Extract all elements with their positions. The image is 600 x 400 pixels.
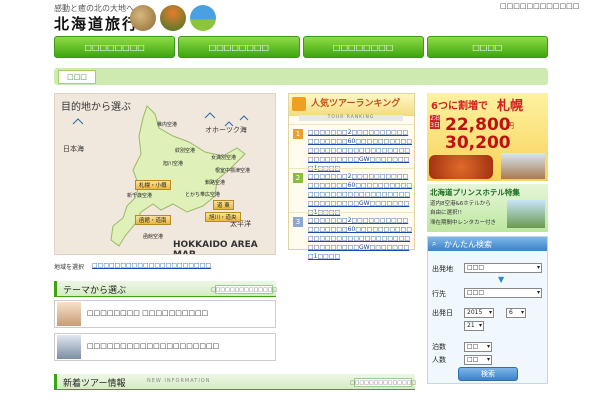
banner2-title: 北海道プリンスホテル特集 [430,188,520,197]
date-label: 出発日 [432,309,453,317]
site-title[interactable]: 北海道旅行 [54,13,139,34]
ranking-item-link[interactable]: □□□□□□□2□□□□□□□□□□□□□□□□□60□□□□□□□□□□□□□… [308,216,412,261]
banner2-sub3: 滞在期間中レンタカー付き [430,220,497,226]
breadcrumb-home[interactable]: □□□ [58,70,96,84]
people-select[interactable]: □□ [464,355,492,365]
banner-city: 札幌 [497,99,524,114]
sapporo-tour-banner[interactable]: 6つに割増で 札幌 2泊3日 22,800 30,200 円 [427,93,548,181]
tour-ranking-box: 人気ツアーランキング TOUR RANKING 1 □□□□□□□2□□□□□□… [288,93,415,260]
header-link[interactable]: □□□□□□□□□□□□ [500,2,579,10]
woman-photo-thumbnail [57,302,81,326]
global-nav: □□□□□□□□ □□□□□□□□ □□□□□□□□ □□□□ [54,36,548,58]
nights-select[interactable]: □□ [464,342,492,352]
quick-search-panel: ⌕ かんたん検索 出発地 □□□ ▼ 行先 □□□ 出発日 2015 6 21 … [427,236,548,384]
crown-icon [292,97,306,111]
hokkaido-map-shape [72,105,249,247]
clock-tower-photo [501,153,545,179]
airport-new-chitose[interactable]: 新千歳空港 [127,192,152,199]
ranking-item-link[interactable]: □□□□□□□2□□□□□□□□□□□□□□□□□60□□□□□□□□□□□□□… [308,172,412,217]
departure-label: 出発地 [432,265,453,273]
banner-nights-badge: 2泊3日 [430,115,440,129]
theme-item[interactable]: □□□□□□□□ □□□□□□□□□□ [54,300,276,328]
news-section-title: 新着ツアー情報 [63,379,126,389]
month-select[interactable]: 6 [506,308,526,318]
rank-badge: 1 [293,129,303,139]
theme-item[interactable]: □□□□□□□□□□□□□□□□□□□□ [54,333,276,361]
hotel-photo [507,200,545,228]
region-sapporo-otaru[interactable]: 札幌・小樽 [135,180,171,190]
region-links[interactable]: □□□□□□□□□□□□□□□□□□□□□ [92,262,211,269]
global-nav-item-3[interactable]: □□□□□□□□ [302,36,424,58]
ranking-item[interactable]: 1 □□□□□□□2□□□□□□□□□□□□□□□□□60□□□□□□□□□□□… [289,124,414,172]
ranking-item[interactable]: 2 □□□□□□□2□□□□□□□□□□□□□□□□□60□□□□□□□□□□□… [289,168,414,216]
nights-label: 泊数 [432,343,446,351]
theme-item-label[interactable]: □□□□□□□□ □□□□□□□□□□ [87,309,208,317]
airport-kushiro[interactable]: 釧路空港 [205,179,225,186]
search-title: かんたん検索 [444,240,492,249]
banner2-sub2: 自由に選択!! [430,210,462,216]
news-section-header: 新着ツアー情報 NEW INFORMATION □□□□□□□□□□□□□□ [54,374,416,390]
map-title: HOKKAIDO AREA MAP [173,240,258,255]
destination-select[interactable]: □□□ [464,288,542,298]
ranking-item[interactable]: 3 □□□□□□□2□□□□□□□□□□□□□□□□□60□□□□□□□□□□□… [289,212,414,260]
region-doto[interactable]: 道 東 [213,200,234,210]
arrow-down-icon: ▼ [498,275,505,284]
theme-section-title: テーマから選ぶ [63,286,127,296]
airport-monbetsu[interactable]: 紋別空港 [175,147,195,154]
global-nav-item-4[interactable]: □□□□ [426,36,548,58]
theme-section-header: テーマから選ぶ □□□□□□□□□□□□□□ [54,281,277,297]
search-header: ⌕ かんたん検索 [428,237,547,251]
deer-photo-circle [130,5,156,31]
people-label: 人数 [432,356,446,364]
search-button[interactable]: 検索 [458,367,518,381]
sea-label-okhotsk: オホーツク海 [205,126,247,134]
breadcrumb-bar: □□□ [54,68,548,85]
rank-badge: 2 [293,173,303,183]
ranking-subtitle: TOUR RANKING [299,115,403,121]
year-select[interactable]: 2015 [464,308,494,318]
airport-wakkanai[interactable]: 稚内空港 [157,121,177,128]
airport-obihiro[interactable]: とかち帯広空港 [185,191,220,198]
news-section-subtitle: NEW INFORMATION [147,378,211,384]
site-header: 感動と癒の北の大地へ 北海道旅行 □□□□□□□□□□□□ [0,0,600,36]
sea-label-japan: 日本海 [63,145,84,153]
scenery-photo-thumbnail [57,335,81,359]
destination-label: 行先 [432,290,446,298]
departure-select[interactable]: □□□ [464,263,542,273]
banner-price-unit: 円 [507,122,514,130]
news-more-button[interactable]: □□□□□□□□□□□□□□ [350,378,416,387]
airport-hakodate[interactable]: 函館空港 [143,233,163,240]
ranking-title: 人気ツアーランキング [311,99,401,109]
region-select-label: 地域を選択 [54,264,85,271]
rank-badge: 3 [293,217,303,227]
airport-memanbetsu[interactable]: 女満別空港 [211,154,236,161]
crab-photo [429,155,493,179]
banner-headline: 6つに割増で [431,101,488,112]
day-select[interactable]: 21 [464,321,484,331]
theme-item-label[interactable]: □□□□□□□□□□□□□□□□□□□□ [87,342,219,350]
region-hakodate-donan[interactable]: 函館・道南 [135,215,171,225]
ranking-header: 人気ツアーランキング [289,94,414,116]
banner2-sub1: 道内8空港&6ホテルから [430,201,491,207]
region-asahikawa-doo[interactable]: 旭川・道央 [205,212,241,222]
hokkaido-area-map: 目的地から選ぶ オホーツク海 日本海 太平洋 稚内空港 紋別空港 旭川空港 女満… [54,93,276,255]
theme-more-button[interactable]: □□□□□□□□□□□□□□ [211,285,277,294]
autumn-leaves-photo-circle [160,5,186,31]
prince-hotel-banner[interactable]: 北海道プリンスホテル特集 道内8空港&6ホテルから 自由に選択!! 滞在期間中レ… [427,184,548,232]
airport-asahikawa[interactable]: 旭川空港 [163,160,183,167]
global-nav-item-2[interactable]: □□□□□□□□ [178,36,300,58]
banner-price-high: 30,200 [445,133,511,153]
ranking-item-link[interactable]: □□□□□□□2□□□□□□□□□□□□□□□□□60□□□□□□□□□□□□□… [308,128,412,173]
search-icon: ⌕ [432,239,437,248]
banner-price-low: 22,800 [445,115,511,135]
global-nav-item-1[interactable]: □□□□□□□□ [54,36,176,58]
airport-nakashibetsu[interactable]: 根室中標津空港 [215,167,250,174]
field-photo-circle [190,5,216,31]
region-select-row: 地域を選択 □□□□□□□□□□□□□□□□□□□□□ [54,262,276,274]
